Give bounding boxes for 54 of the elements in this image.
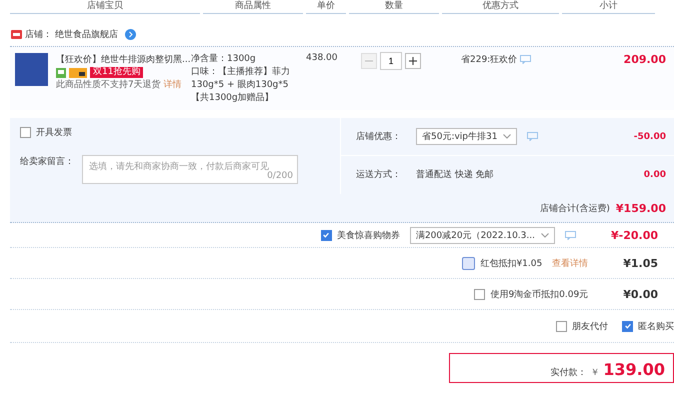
quantity-field[interactable]: 1 xyxy=(380,52,402,70)
comment-icon[interactable] xyxy=(564,230,576,240)
checkbox[interactable] xyxy=(622,320,633,332)
checkbox[interactable] xyxy=(474,288,486,300)
shipping-method: 普通配送 快递 免邮 xyxy=(416,168,494,181)
checkbox[interactable] xyxy=(20,127,31,138)
increase-button[interactable] xyxy=(405,53,421,69)
coupon-label: 美食惊喜购物券 xyxy=(336,230,400,242)
message-label: 给卖家留言： xyxy=(20,156,74,169)
promo-badge: 双11抢先购 xyxy=(90,67,144,78)
card-icon xyxy=(69,68,87,78)
coins-amount: ¥0.00 xyxy=(623,288,659,300)
chevron-icon xyxy=(503,134,512,139)
column-header: 优惠方式 xyxy=(442,0,559,14)
plus-icon xyxy=(409,57,417,65)
column-header: 店铺宝贝 xyxy=(10,0,200,14)
product-attribute: 净含量：1300g xyxy=(191,53,257,66)
pay-label: 实付款： xyxy=(550,366,586,379)
return-notice: 此商品性质不支持7天退货 xyxy=(56,80,161,90)
coupon-amount: ¥-20.00 xyxy=(610,228,659,242)
decrease-button[interactable] xyxy=(361,53,377,69)
shop-icon xyxy=(11,29,22,39)
shipping-label: 运送方式： xyxy=(356,168,402,181)
cash-voucher-label: 红包抵扣¥1.05 xyxy=(480,258,542,270)
store-discount-amount: -50.00 xyxy=(634,132,667,142)
store-discount-label: 店铺优惠： xyxy=(356,130,402,143)
column-header: 商品属性 xyxy=(203,0,303,14)
chevron-icon xyxy=(540,232,549,238)
coupon-dropdown[interactable]: 满200减20元（2022.10.3... xyxy=(410,226,555,244)
comment-icon[interactable] xyxy=(520,55,532,64)
column-header: 小计 xyxy=(562,0,655,14)
comment-icon[interactable] xyxy=(527,132,538,141)
column-header: 单价 xyxy=(306,0,346,14)
shop-name[interactable]: 绝世食品旗舰店 xyxy=(55,28,118,40)
checkbox[interactable] xyxy=(320,230,332,240)
shop-label: 店铺： xyxy=(25,28,52,40)
subtotal: 209.00 xyxy=(622,53,667,68)
checkbox[interactable] xyxy=(556,320,567,332)
option-label: 匿名购买 xyxy=(638,320,674,332)
currency-symbol: ￥ xyxy=(590,367,600,379)
product-attribute: 口味：【主播推荐】菲力130g*5 + 眼肉130g*5【共1300g加赠品】 xyxy=(191,66,291,105)
unit-price: 438.00 xyxy=(306,53,338,65)
coins-label: 使用9淘金币抵扣0.09元 xyxy=(490,288,588,300)
store-discount-dropdown[interactable]: 省50元:vip牛排31 xyxy=(416,128,518,145)
store-total-label: 店铺合计(含运费) xyxy=(540,202,610,214)
cash-voucher-amount: ¥1.05 xyxy=(623,256,659,270)
column-header: 数量 xyxy=(349,0,439,14)
option-label: 朋友代付 xyxy=(572,320,608,332)
pay-amount: 139.00 xyxy=(603,361,665,379)
checkbox[interactable] xyxy=(462,256,476,270)
shipping-amount: 0.00 xyxy=(644,170,667,180)
promo-text: 省229:狂欢价 xyxy=(461,54,518,66)
invoice-label: 开具发票 xyxy=(36,126,72,139)
store-total-amount: ¥159.00 xyxy=(616,202,666,214)
